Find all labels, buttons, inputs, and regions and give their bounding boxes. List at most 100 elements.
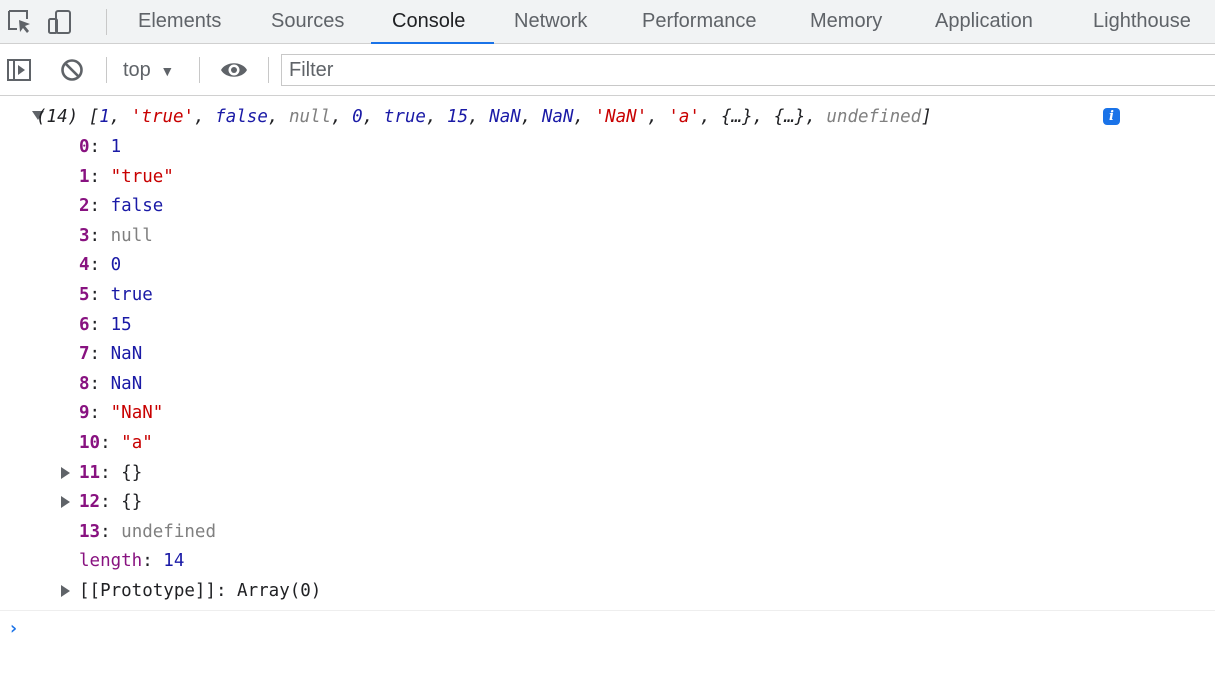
toolbar-divider — [106, 57, 107, 83]
summary-item: 0 — [352, 107, 363, 127]
entry-key: 2 — [79, 196, 90, 217]
expand-triangle-icon[interactable] — [61, 466, 70, 479]
toolbar-divider — [199, 57, 200, 83]
entry-key: 11 — [79, 462, 101, 483]
device-toolbar-icon[interactable] — [47, 9, 73, 35]
entry-value: 1 — [110, 137, 122, 157]
filter-input[interactable] — [281, 54, 1215, 86]
array-summary[interactable]: (14) [1, 'true', false, null, 0, true, 1… — [36, 104, 932, 130]
summary-comma: , — [194, 107, 216, 127]
summary-space — [78, 107, 89, 127]
array-entry[interactable]: 11: {} — [79, 460, 142, 486]
tab-application[interactable]: Application — [935, 0, 1033, 44]
entry-colon: : — [142, 551, 164, 572]
entry-value: true — [110, 285, 153, 305]
array-entry: 3: null — [79, 223, 153, 249]
entry-key: 10 — [79, 433, 101, 453]
inspect-element-icon[interactable] — [7, 9, 33, 35]
summary-item: 1 — [99, 107, 110, 127]
summary-close-bracket: ] — [921, 107, 932, 127]
entry-value: undefined — [121, 521, 216, 542]
tab-console[interactable]: Console — [392, 0, 465, 44]
entry-colon: : — [100, 462, 122, 483]
entry-colon: : — [100, 492, 122, 513]
console-toolbar: top ▼ — [0, 44, 1215, 96]
array-entry: 8: NaN — [79, 371, 142, 397]
entry-key: 5 — [79, 285, 90, 305]
tab-elements[interactable]: Elements — [138, 0, 221, 44]
summary-comma: , — [331, 107, 353, 127]
console-divider — [0, 610, 1215, 611]
array-entry: 6: 15 — [79, 312, 132, 338]
summary-item: NaN — [489, 107, 521, 127]
entry-colon: : — [89, 137, 111, 157]
summary-comma: , — [109, 107, 131, 127]
tab-performance[interactable]: Performance — [642, 0, 757, 44]
summary-item: {…} — [721, 107, 753, 127]
entry-colon: : — [89, 255, 111, 276]
entry-key: 12 — [79, 492, 101, 513]
entry-value: {} — [121, 462, 143, 483]
entry-value: 15 — [110, 314, 132, 335]
entry-colon: : — [89, 166, 111, 187]
entry-colon: : — [89, 403, 111, 424]
tab-sources[interactable]: Sources — [271, 0, 344, 44]
context-selector[interactable]: top ▼ — [123, 56, 174, 84]
array-entry: 5: true — [79, 282, 153, 308]
context-label: top — [123, 59, 151, 81]
expand-triangle-icon[interactable] — [61, 585, 70, 597]
entry-colon: : — [89, 344, 111, 365]
array-entry[interactable]: 12: {} — [79, 489, 142, 515]
array-length-label: (14) — [36, 107, 79, 127]
summary-item: true — [383, 107, 426, 127]
entry-value: false — [110, 196, 164, 217]
summary-item: 15 — [447, 107, 469, 127]
summary-comma: , — [362, 107, 384, 127]
array-entry: 9: "NaN" — [79, 400, 163, 426]
tab-memory[interactable]: Memory — [810, 0, 882, 44]
entry-value: "a" — [121, 433, 153, 453]
array-entry[interactable]: [[Prototype]]: Array(0) — [79, 578, 321, 604]
info-icon[interactable]: i — [1103, 108, 1120, 125]
entry-value: 14 — [163, 551, 185, 572]
entry-colon: : — [89, 373, 111, 394]
tab-lighthouse[interactable]: Lighthouse — [1093, 0, 1191, 44]
entry-colon: : — [89, 285, 111, 305]
summary-comma: , — [267, 107, 289, 127]
entry-value: "true" — [110, 166, 174, 187]
tab-bar-divider — [106, 9, 107, 35]
live-expression-icon[interactable] — [220, 59, 248, 81]
chevron-down-icon: ▼ — [160, 63, 175, 79]
show-sidebar-icon[interactable] — [6, 57, 32, 83]
entry-value: "NaN" — [110, 403, 164, 424]
summary-item: 'true' — [130, 107, 195, 127]
expand-triangle-icon[interactable] — [61, 496, 70, 509]
array-entry: 4: 0 — [79, 252, 121, 278]
summary-comma: , — [573, 107, 595, 127]
entry-key: 9 — [79, 403, 90, 424]
summary-item: NaN — [541, 107, 574, 127]
summary-item: {…} — [773, 107, 806, 127]
array-entry: 7: NaN — [79, 341, 142, 367]
entry-value: Array(0) — [237, 581, 322, 601]
entry-value: 0 — [110, 255, 122, 276]
entry-key: 8 — [79, 373, 90, 394]
summary-comma: , — [805, 107, 827, 127]
devtools-tab-bar: Elements Sources Console Network Perform… — [0, 0, 1215, 44]
entry-key: 6 — [79, 314, 90, 335]
summary-comma: , — [699, 107, 722, 127]
entry-colon: : — [215, 581, 238, 601]
entry-value: NaN — [110, 344, 143, 365]
entry-key: 4 — [79, 255, 90, 276]
clear-console-icon[interactable] — [59, 57, 85, 83]
entry-key: 7 — [79, 344, 90, 365]
summary-comma: , — [468, 107, 490, 127]
tab-network[interactable]: Network — [514, 0, 587, 44]
summary-item: 'a' — [668, 107, 700, 127]
array-entry: 1: "true" — [79, 164, 174, 190]
console-prompt-icon[interactable]: › — [8, 618, 19, 640]
entry-value: null — [110, 225, 153, 246]
summary-open-bracket: [ — [88, 107, 100, 127]
entry-key: 1 — [79, 166, 90, 187]
entry-colon: : — [100, 521, 122, 542]
